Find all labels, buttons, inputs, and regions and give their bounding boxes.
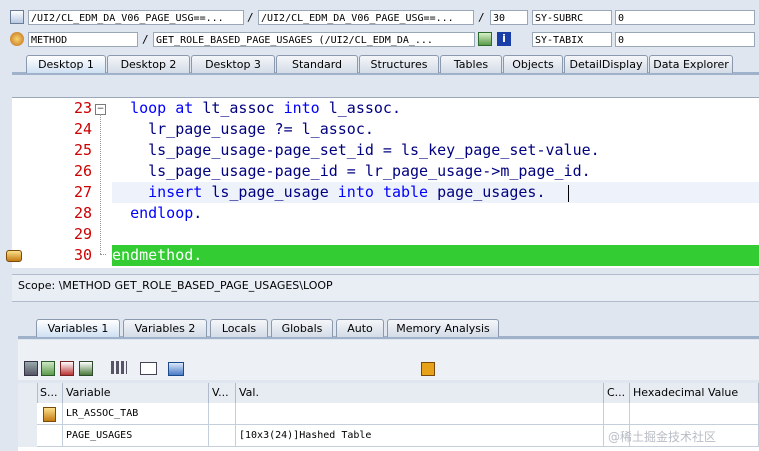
line-number: 24	[73, 120, 92, 138]
variables-tab[interactable]: Variables 2	[123, 319, 207, 337]
save-disk-icon[interactable]	[421, 362, 435, 376]
status-cell	[37, 425, 63, 447]
hierarchy-icon[interactable]	[111, 361, 127, 374]
separator: /	[478, 11, 485, 24]
line-number: 23	[73, 99, 92, 117]
line-field[interactable]: 30	[490, 10, 528, 25]
col-header-value[interactable]: Val.	[236, 383, 604, 403]
desktop-tab[interactable]: Structures	[359, 55, 439, 73]
reference-icon	[43, 407, 56, 422]
value-cell[interactable]	[236, 403, 604, 425]
fold-guide	[100, 114, 102, 254]
sysvar2-name-field[interactable]: SY-TABIX	[532, 32, 612, 47]
code-line[interactable]: ls_page_usage-page_id = lr_page_usage->m…	[112, 161, 591, 182]
desktop-tab[interactable]: Tables	[440, 55, 502, 73]
code-line[interactable]: insert ls_page_usage into table page_usa…	[112, 182, 545, 203]
col-header-hex[interactable]: Hexadecimal Value	[630, 383, 759, 403]
execution-pointer-icon	[6, 250, 22, 262]
variables-tab[interactable]: Globals	[271, 319, 333, 337]
fold-end	[100, 254, 106, 256]
row-selector[interactable]	[18, 425, 37, 447]
separator: /	[247, 11, 254, 24]
variables-tab[interactable]: Auto	[336, 319, 384, 337]
variables-tab[interactable]: Memory Analysis	[387, 319, 499, 337]
code-line[interactable]: lr_page_usage ?= l_assoc.	[112, 119, 374, 140]
watermark: @稀土掘金技术社区	[608, 430, 717, 444]
method-icon	[10, 32, 24, 46]
layout-icon[interactable]	[79, 361, 93, 376]
sysvar1-name-field[interactable]: SY-SUBRC	[532, 10, 612, 25]
line-number: 27	[73, 183, 92, 201]
variable-cell[interactable]: LR_ASSOC_TAB	[63, 403, 209, 425]
find-icon[interactable]	[168, 362, 184, 376]
row-selector-header[interactable]	[18, 383, 38, 403]
include-field[interactable]: /UI2/CL_EDM_DA_V06_PAGE_USG==...	[258, 10, 474, 25]
display-object-icon[interactable]	[478, 32, 492, 46]
navigate-icon[interactable]	[140, 362, 157, 375]
insert-icon[interactable]	[41, 361, 55, 376]
c-cell	[604, 403, 630, 425]
desktop-tab[interactable]: DetailDisplay	[564, 55, 648, 73]
code-line[interactable]	[112, 224, 130, 245]
save-icon[interactable]	[60, 361, 74, 376]
event-type-field[interactable]: METHOD	[28, 32, 138, 47]
hex-cell	[630, 403, 759, 425]
variables-tab[interactable]: Locals	[210, 319, 268, 337]
desktop-tab[interactable]: Desktop 1	[26, 55, 106, 73]
code-line[interactable]: loop at lt_assoc into l_assoc.	[112, 98, 401, 119]
value-cell[interactable]: [10x3(24)]Hashed Table	[236, 425, 604, 447]
variable-cell[interactable]: PAGE_USAGES	[63, 425, 209, 447]
desktop-tab[interactable]: Standard	[276, 55, 358, 73]
line-number: 29	[73, 225, 92, 243]
line-number: 25	[73, 141, 92, 159]
sysvar1-value-field[interactable]: 0	[615, 10, 755, 25]
event-name-field[interactable]: GET_ROLE_BASED_PAGE_USAGES (/UI2/CL_EDM_…	[153, 32, 475, 47]
col-header-status[interactable]: S...	[37, 383, 63, 403]
code-frame	[12, 75, 759, 97]
delete-icon[interactable]	[24, 361, 38, 376]
desktop-tab[interactable]: Desktop 3	[191, 55, 275, 73]
desktop-tab[interactable]: Desktop 2	[107, 55, 190, 73]
variables-toolbar	[18, 340, 759, 380]
row-selector[interactable]	[18, 403, 37, 426]
program-icon	[10, 10, 24, 24]
variables-tab[interactable]: Variables 1	[36, 319, 120, 337]
status-cell	[37, 403, 63, 425]
line-number: 30	[73, 246, 92, 264]
desktop-tab[interactable]: Data Explorer	[649, 55, 733, 73]
code-line[interactable]: endmethod.	[112, 245, 202, 266]
text-cursor	[568, 185, 569, 202]
scope-label: Scope: \METHOD GET_ROLE_BASED_PAGE_USAGE…	[18, 279, 333, 292]
line-number: 26	[73, 162, 92, 180]
line-number: 28	[73, 204, 92, 222]
code-editor[interactable]: − 23 loop at lt_assoc into l_assoc. 24 lr…	[6, 97, 759, 268]
program-field[interactable]: /UI2/CL_EDM_DA_V06_PAGE_USG==...	[28, 10, 244, 25]
desktop-tab[interactable]: Objects	[503, 55, 563, 73]
code-line[interactable]: ls_page_usage-page_set_id = ls_key_page_…	[112, 140, 600, 161]
separator: /	[142, 33, 149, 46]
col-header-c[interactable]: C...	[604, 383, 630, 403]
col-header-variable[interactable]: Variable	[63, 383, 209, 403]
col-header-v[interactable]: V...	[209, 383, 236, 403]
info-icon[interactable]: i	[497, 32, 511, 46]
sysvar2-value-field[interactable]: 0	[615, 32, 755, 47]
code-line[interactable]: endloop.	[112, 203, 202, 224]
v-cell	[209, 403, 236, 425]
v-cell	[209, 425, 236, 447]
execution-line-highlight	[112, 245, 759, 266]
